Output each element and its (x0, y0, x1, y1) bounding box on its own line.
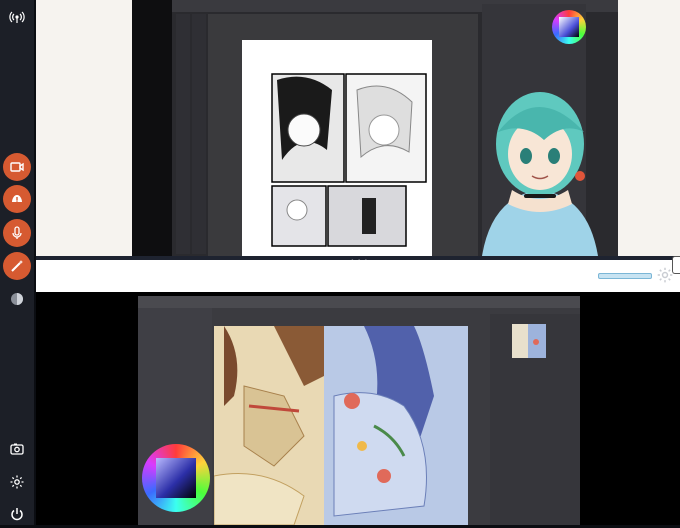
antenna-icon[interactable] (3, 3, 31, 31)
globe-icon[interactable] (3, 285, 31, 313)
bottom-stream-video[interactable] (138, 296, 580, 525)
manga-page (242, 40, 432, 256)
stream-letterbox (132, 0, 172, 256)
navigator-thumbnail (512, 324, 546, 358)
microphone-icon[interactable] (3, 219, 31, 247)
sidebar (0, 0, 34, 525)
volume-slider[interactable] (598, 273, 652, 279)
vtuber-avatar (482, 92, 598, 256)
top-stream-video[interactable] (132, 0, 618, 256)
illustration-canvas (214, 326, 468, 525)
alert-icon[interactable] (3, 185, 31, 213)
panel-tab-handle[interactable] (672, 256, 680, 274)
color-picker-square[interactable] (559, 17, 579, 37)
screenshot-icon[interactable] (3, 435, 31, 463)
top-stream-panel (36, 0, 680, 256)
gear-icon[interactable] (3, 468, 31, 496)
layer-panel (490, 314, 580, 525)
tool-palette (176, 14, 190, 254)
sub-tool-palette (192, 14, 206, 254)
control-strip (36, 260, 680, 292)
color-picker-square[interactable] (156, 458, 196, 498)
power-icon[interactable] (3, 500, 31, 528)
camera-video-icon[interactable] (3, 153, 31, 181)
wand-icon[interactable] (3, 252, 31, 280)
app-menubar (138, 296, 580, 308)
